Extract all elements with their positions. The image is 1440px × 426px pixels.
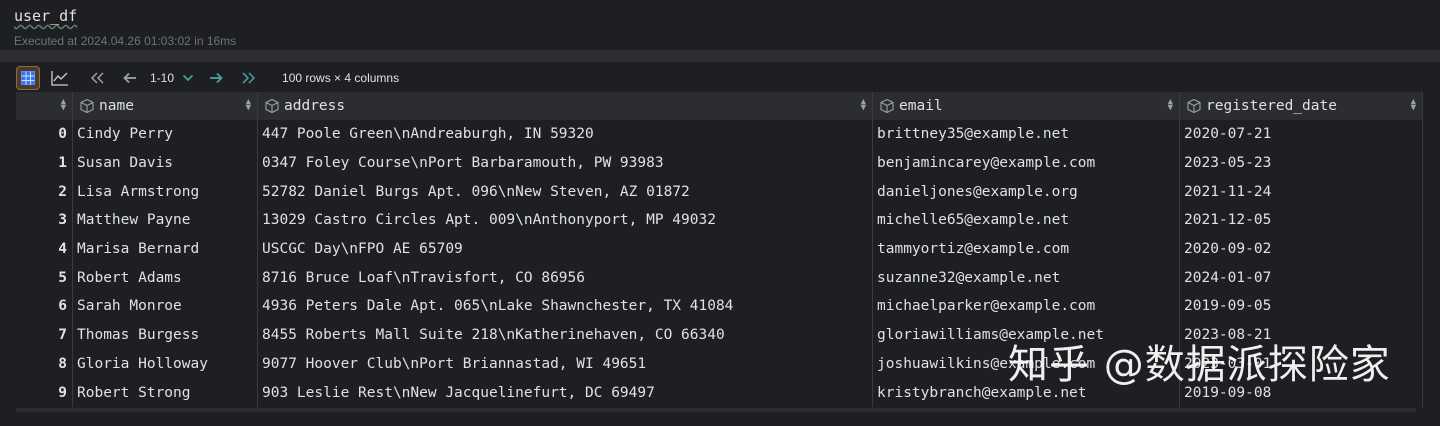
horizontal-scrollbar[interactable]: [16, 408, 1416, 412]
rows-columns-info: 100 rows × 4 columns: [282, 71, 400, 85]
cell-separator: [0, 50, 1440, 62]
last-page-button[interactable]: [236, 66, 260, 90]
column-type-cube-icon: [265, 98, 279, 114]
column-header-registered-date[interactable]: registered_date ▲ ▼: [1179, 92, 1423, 120]
cell-email[interactable]: michaelparker@example.com: [872, 292, 1180, 321]
row-index: 4: [16, 234, 73, 264]
column-type-cube-icon: [80, 98, 94, 114]
next-page-button[interactable]: [204, 66, 228, 90]
watermark: 知乎 @数据派探险家: [1008, 342, 1391, 388]
cell-registered-date[interactable]: 2020-09-02: [1179, 234, 1423, 264]
cell-registered-date[interactable]: 2020-07-21: [1179, 120, 1423, 149]
row-index: 0: [16, 120, 73, 149]
line-chart-icon: [51, 71, 68, 86]
cell-registered-date[interactable]: 2021-11-24: [1179, 177, 1423, 207]
cell-email[interactable]: brittney35@example.net: [872, 120, 1180, 149]
column-type-cube-icon: [1187, 98, 1201, 114]
execution-info: Executed at 2024.04.26 01:03:02 in 16ms: [14, 34, 237, 48]
column-address-label: address: [284, 98, 346, 114]
page-range[interactable]: 1-10: [150, 71, 174, 85]
table-row[interactable]: 3 Matthew Payne 13029 Castro Circles Apt…: [16, 206, 1423, 235]
cell-address[interactable]: 9077 Hoover Club\nPort Briannastad, WI 4…: [257, 349, 873, 379]
cell-name[interactable]: Robert Strong: [72, 378, 258, 407]
cell-name[interactable]: Matthew Payne: [72, 206, 258, 235]
cell-email[interactable]: suzanne32@example.net: [872, 263, 1180, 293]
arrow-right-icon: [210, 72, 223, 84]
first-page-button[interactable]: [86, 66, 110, 90]
column-type-cube-icon: [880, 98, 894, 114]
cell-name[interactable]: Susan Davis: [72, 148, 258, 178]
index-column-header[interactable]: ▲ ▼: [16, 92, 73, 120]
sort-icon[interactable]: ▲ ▼: [246, 98, 251, 113]
cell-address[interactable]: 447 Poole Green\nAndreaburgh, IN 59320: [257, 120, 873, 149]
table-row[interactable]: 2 Lisa Armstrong 52782 Daniel Burgs Apt.…: [16, 177, 1423, 207]
table-header-row: ▲ ▼ name ▲ ▼ address ▲ ▼ email ▲ ▼ registere…: [16, 92, 1423, 120]
row-index: 1: [16, 148, 73, 178]
table-row[interactable]: 5 Robert Adams 8716 Bruce Loaf\nTravisfo…: [16, 263, 1423, 293]
chevron-down-icon: [182, 74, 194, 82]
code-text[interactable]: user_df: [14, 7, 77, 25]
sort-icon[interactable]: ▲ ▼: [1411, 98, 1416, 113]
row-index: 3: [16, 206, 73, 235]
cell-address[interactable]: 4936 Peters Dale Apt. 065\nLake Shawnche…: [257, 292, 873, 321]
table-row[interactable]: 6 Sarah Monroe 4936 Peters Dale Apt. 065…: [16, 292, 1423, 321]
row-index: 7: [16, 320, 73, 350]
cell-name[interactable]: Sarah Monroe: [72, 292, 258, 321]
arrow-left-icon: [123, 72, 136, 84]
chart-view-button[interactable]: [48, 66, 72, 90]
cell-registered-date[interactable]: 2021-12-05: [1179, 206, 1423, 235]
cell-name[interactable]: Thomas Burgess: [72, 320, 258, 350]
cell-name[interactable]: Gloria Holloway: [72, 349, 258, 379]
row-index: 8: [16, 349, 73, 379]
cell-registered-date[interactable]: 2024-01-07: [1179, 263, 1423, 293]
column-header-address[interactable]: address ▲ ▼: [257, 92, 873, 120]
cell-address[interactable]: 13029 Castro Circles Apt. 009\nAnthonypo…: [257, 206, 873, 235]
page-range-dropdown[interactable]: [176, 66, 200, 90]
cell-address[interactable]: 52782 Daniel Burgs Apt. 096\nNew Steven,…: [257, 177, 873, 207]
cell-address[interactable]: 8716 Bruce Loaf\nTravisfort, CO 86956: [257, 263, 873, 293]
cell-registered-date[interactable]: 2023-05-23: [1179, 148, 1423, 178]
double-chevron-left-icon: [91, 72, 104, 84]
cell-name[interactable]: Lisa Armstrong: [72, 177, 258, 207]
column-header-email[interactable]: email ▲ ▼: [872, 92, 1180, 120]
column-header-name[interactable]: name ▲ ▼: [72, 92, 258, 120]
output-toolbar: 1-10 100 rows × 4 columns: [16, 64, 399, 92]
table-row[interactable]: 1 Susan Davis 0347 Foley Course\nPort Ba…: [16, 148, 1423, 178]
cell-address[interactable]: 0347 Foley Course\nPort Barbaramouth, PW…: [257, 148, 873, 178]
cell-registered-date[interactable]: 2019-09-05: [1179, 292, 1423, 321]
sort-icon[interactable]: ▲ ▼: [61, 98, 66, 113]
table-grid-icon: [21, 71, 35, 85]
row-index: 2: [16, 177, 73, 207]
column-name-label: name: [99, 98, 134, 114]
cell-email[interactable]: danieljones@example.org: [872, 177, 1180, 207]
cell-email[interactable]: benjamincarey@example.com: [872, 148, 1180, 178]
cell-email[interactable]: tammyortiz@example.com: [872, 234, 1180, 264]
table-row[interactable]: 0 Cindy Perry 447 Poole Green\nAndreabur…: [16, 120, 1423, 149]
previous-page-button[interactable]: [118, 66, 142, 90]
cell-name[interactable]: Robert Adams: [72, 263, 258, 293]
cell-address[interactable]: USCGC Day\nFPO AE 65709: [257, 234, 873, 264]
row-index: 9: [16, 378, 73, 407]
sort-icon[interactable]: ▲ ▼: [1168, 98, 1173, 113]
row-index: 5: [16, 263, 73, 293]
sort-icon[interactable]: ▲ ▼: [861, 98, 866, 113]
row-index: 6: [16, 292, 73, 321]
cell-name[interactable]: Cindy Perry: [72, 120, 258, 149]
double-chevron-right-icon: [242, 72, 256, 84]
code-cell[interactable]: user_df Executed at 2024.04.26 01:03:02 …: [0, 0, 1440, 56]
cell-address[interactable]: 903 Leslie Rest\nNew Jacquelinefurt, DC …: [257, 378, 873, 407]
column-registered-date-label: registered_date: [1206, 98, 1337, 114]
cell-email[interactable]: michelle65@example.net: [872, 206, 1180, 235]
table-row[interactable]: 4 Marisa Bernard USCGC Day\nFPO AE 65709…: [16, 234, 1423, 264]
cell-address[interactable]: 8455 Roberts Mall Suite 218\nKatherineha…: [257, 320, 873, 350]
table-view-button[interactable]: [16, 66, 40, 90]
cell-name[interactable]: Marisa Bernard: [72, 234, 258, 264]
column-email-label: email: [899, 98, 943, 114]
